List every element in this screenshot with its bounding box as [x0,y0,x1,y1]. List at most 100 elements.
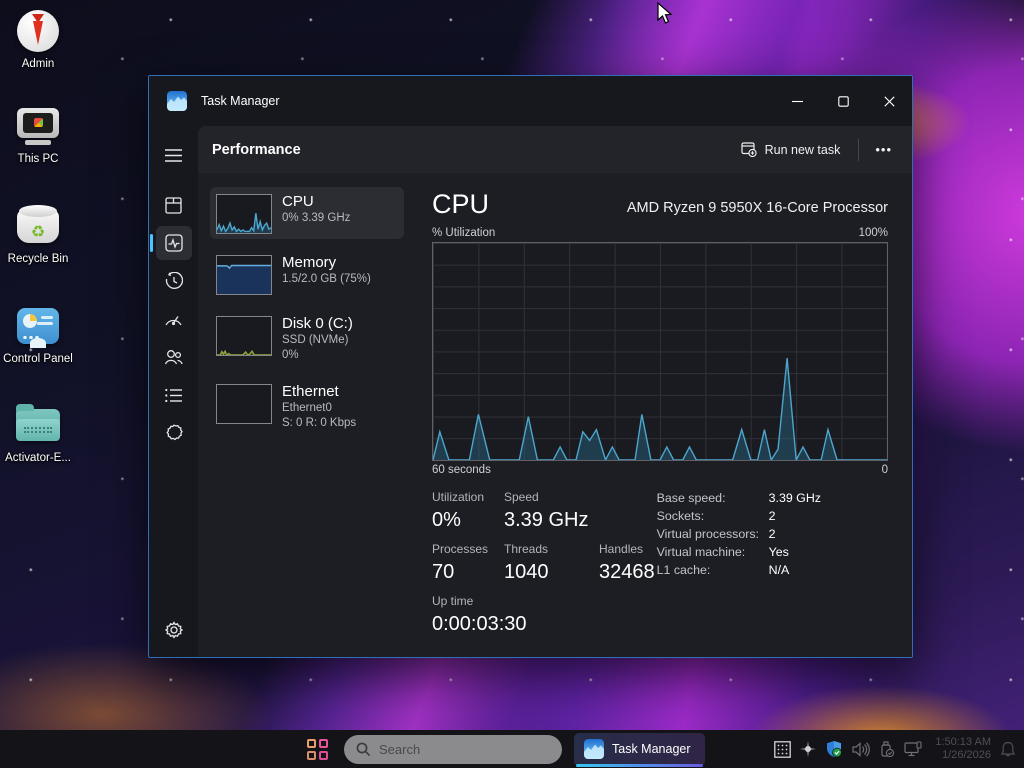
settings-gear-icon [165,621,183,639]
search-input[interactable] [379,742,529,757]
spec-value: Yes [769,545,789,560]
stat-value-utilization: 0% [432,507,504,533]
desktop-icon-label: This PC [18,153,59,166]
more-options-button[interactable]: ••• [865,138,902,161]
stat-label: Processes [432,542,504,557]
speedometer-icon [164,312,183,327]
stat-value-handles: 32468 [599,559,655,585]
folder-icon [15,402,61,448]
desktop-icon-activator[interactable]: Activator-E... [0,402,76,465]
perf-item-cpu[interactable]: CPU 0% 3.39 GHz [210,187,404,239]
performance-icon [165,234,183,252]
axis-label-utilization: % Utilization [432,227,495,239]
page-title: Performance [212,142,301,158]
control-panel-icon [15,303,61,349]
stat-label: Up time [432,594,655,609]
stat-value-uptime: 0:00:03:30 [432,611,655,637]
sidebar-item-details[interactable] [156,378,192,412]
run-new-task-button[interactable]: Run new task [729,135,853,164]
volume-icon[interactable] [852,742,870,757]
perf-item-disk[interactable]: Disk 0 (C:) SSD (NVMe) 0% [210,309,404,368]
processor-name: AMD Ryzen 9 5950X 16-Core Processor [627,200,888,219]
cpu-spec-details: Base speed: 3.39 GHz Sockets: 2 Virtual … [655,490,888,637]
usb-eject-icon[interactable] [879,741,895,758]
sidebar-item-processes[interactable] [156,188,192,222]
spec-value: 2 [769,527,776,542]
sidebar-item-app-history[interactable] [156,264,192,298]
taskbar: Task Manager [0,730,1024,768]
perf-item-sub2: 0% [282,348,353,363]
desktop-icon-this-pc[interactable]: This PC [0,103,76,166]
touch-keyboard-icon[interactable] [774,741,791,758]
ellipsis-icon: ••• [875,142,892,157]
stat-label: Handles [599,542,655,557]
spec-label: Base speed: [657,491,769,506]
perf-item-sub: Ethernet0 [282,401,356,416]
ethernet-mini-chart [216,384,272,424]
start-icon [307,739,328,760]
sidebar-item-services[interactable] [156,416,192,450]
desktop-icon-label: Activator-E... [5,452,71,465]
recycle-bin-icon: ♻ [15,203,61,249]
window-titlebar[interactable]: Task Manager [149,76,912,126]
minimize-button[interactable] [774,76,820,126]
windows-security-icon[interactable] [825,740,843,758]
task-manager-app-icon [584,739,604,759]
perf-item-sub: SSD (NVMe) [282,333,353,348]
close-button[interactable] [866,76,912,126]
spec-value: 2 [769,509,776,524]
spec-label: L1 cache: [657,563,769,578]
stat-value-processes: 70 [432,559,504,585]
sidebar-item-settings[interactable] [156,613,192,647]
network-icon[interactable] [904,741,922,757]
axis-label-60s: 60 seconds [432,464,491,476]
perf-item-name: Ethernet [282,382,356,401]
desktop-icon-recycle-bin[interactable]: ♻ Recycle Bin [0,203,76,266]
clock-time: 1:50:13 AM [935,736,991,749]
search-icon [356,742,371,757]
desktop-icon-label: Admin [22,58,55,71]
spec-label: Virtual processors: [657,527,769,542]
services-gear-icon [165,424,183,442]
sparkle-tray-icon[interactable] [800,741,816,757]
taskbar-app-label: Task Manager [612,742,691,756]
window-title: Task Manager [201,94,280,108]
stat-value-speed: 3.39 GHz [504,507,588,533]
taskbar-clock[interactable]: 1:50:13 AM 1/26/2026 [935,736,991,762]
users-icon [164,349,183,365]
desktop-icon-label: Recycle Bin [8,253,69,266]
admin-user-icon [15,8,61,54]
spec-value: N/A [769,563,790,578]
perf-item-name: Disk 0 (C:) [282,314,353,333]
navigation-rail [149,126,198,657]
notifications-bell-icon[interactable] [1000,741,1016,758]
computer-icon [15,103,61,149]
nav-menu-toggle[interactable] [156,138,192,172]
perf-item-ethernet[interactable]: Ethernet Ethernet0 S: 0 R: 0 Kbps [210,377,404,436]
spec-label: Virtual machine: [657,545,769,560]
taskbar-search[interactable] [344,735,562,764]
performance-metric-list: CPU 0% 3.39 GHz Memory 1.5/2.0 GB (75%) [198,173,410,657]
perf-item-sub: 1.5/2.0 GB (75%) [282,272,371,287]
stat-label: Speed [504,490,588,505]
maximize-button[interactable] [820,76,866,126]
history-clock-icon [165,272,183,290]
command-bar: Performance Run new task ••• [198,126,912,173]
desktop-icon-admin[interactable]: Admin [0,8,76,71]
command-bar-divider [858,139,859,161]
stat-label: Threads [504,542,599,557]
cpu-stats: Utilization 0% Speed 3.39 GHz [432,490,888,637]
start-button[interactable] [302,734,332,764]
desktop-icon-control-panel[interactable]: Control Panel [0,303,76,366]
cpu-mini-chart [216,194,272,234]
perf-item-name: CPU [282,192,350,211]
perf-item-sub2: S: 0 R: 0 Kbps [282,416,356,431]
cpu-detail-pane: CPU AMD Ryzen 9 5950X 16-Core Processor … [410,173,912,657]
axis-label-0: 0 [882,464,888,476]
run-new-task-label: Run new task [765,143,841,157]
perf-item-memory[interactable]: Memory 1.5/2.0 GB (75%) [210,248,404,300]
sidebar-item-users[interactable] [156,340,192,374]
taskbar-app-task-manager[interactable]: Task Manager [574,733,705,766]
sidebar-item-performance[interactable] [156,226,192,260]
sidebar-item-startup-apps[interactable] [156,302,192,336]
